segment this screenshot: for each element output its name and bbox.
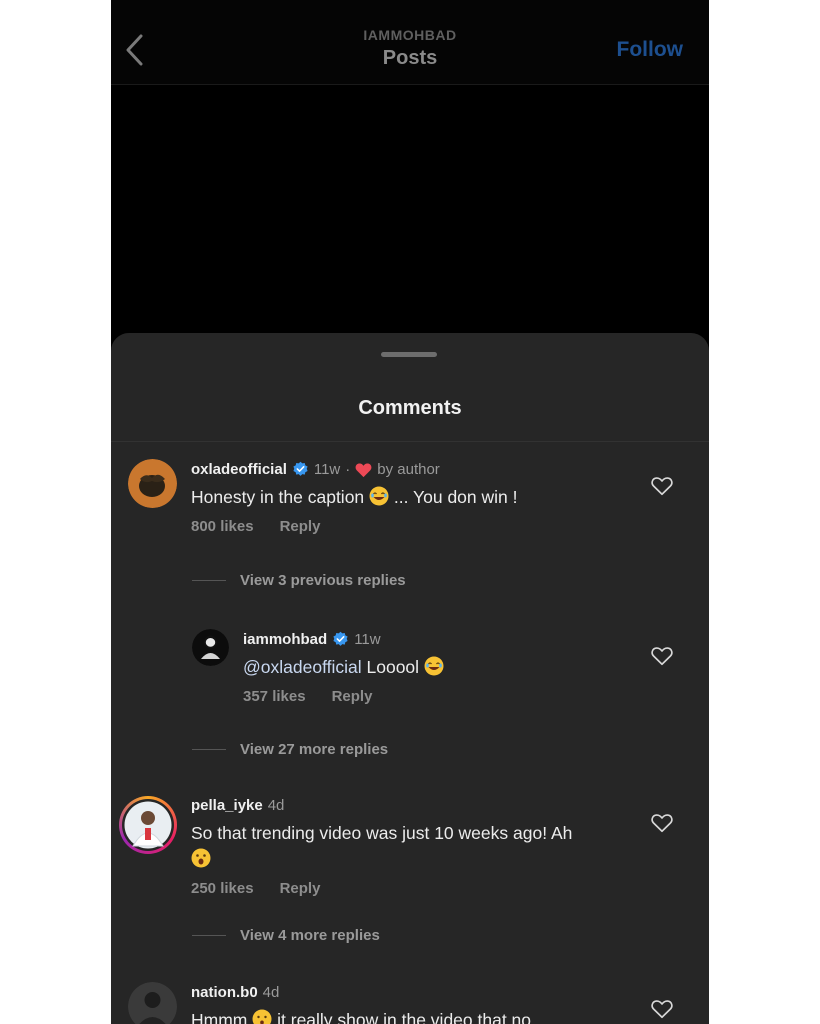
avatar-image: [128, 982, 177, 1024]
comment-body: iammohbad 11w @oxladeofficial Looool 357…: [243, 631, 444, 705]
reply-button[interactable]: Reply: [280, 880, 321, 897]
view-replies-label: View 27 more replies: [240, 741, 389, 758]
hushed-emoji-icon: [252, 1009, 272, 1024]
comments-sheet: Comments oxladeofficial 11w · by author …: [111, 333, 709, 1024]
comment-meta: oxladeofficial 11w · by author: [191, 461, 518, 478]
comment-actions: 357 likes Reply: [243, 688, 444, 705]
comment-username[interactable]: nation.b0: [191, 984, 258, 1001]
comment-text: @oxladeofficial Looool: [243, 654, 444, 680]
avatar-image: [192, 629, 229, 666]
divider: [192, 935, 226, 936]
comment-meta: pella_iyke 4d: [191, 797, 631, 814]
comment-text-part: Honesty in the caption: [191, 487, 365, 507]
divider: [192, 580, 226, 581]
comment-username[interactable]: oxladeofficial: [191, 461, 287, 478]
avatar[interactable]: [192, 629, 229, 666]
verified-badge-icon: [333, 631, 348, 646]
comment-time: 4d: [262, 984, 280, 1001]
laughing-emoji-icon: [424, 656, 444, 676]
heart-outline-icon[interactable]: [651, 812, 673, 834]
comment-text-part: ... You don win !: [393, 487, 518, 507]
reply-button[interactable]: Reply: [332, 688, 373, 705]
comment-time: 11w: [313, 461, 341, 478]
laughing-emoji-icon: [369, 486, 389, 506]
comment-username[interactable]: pella_iyke: [191, 797, 263, 814]
meta-separator: ·: [345, 461, 351, 478]
like-count[interactable]: 357 likes: [243, 688, 306, 705]
comment-text-part: So that trending video was just 10 weeks…: [191, 823, 573, 843]
comment-body: nation.b0 4d Hmmm it really show in the …: [191, 984, 531, 1024]
reply-button[interactable]: Reply: [280, 518, 321, 535]
comment-text-part: Hmmm: [191, 1010, 248, 1024]
comment-body: oxladeofficial 11w · by author Honesty i…: [191, 461, 518, 535]
heart-filled-icon: [355, 462, 372, 477]
top-bar: IAMMOHBAD Posts Follow: [111, 0, 709, 85]
like-count[interactable]: 800 likes: [191, 518, 254, 535]
avatar-story-ring[interactable]: [119, 796, 177, 854]
like-count[interactable]: 250 likes: [191, 880, 254, 897]
follow-button[interactable]: Follow: [617, 38, 684, 62]
sheet-drag-handle[interactable]: [381, 352, 437, 357]
avatar-image: [122, 799, 174, 851]
comment-text-part: Looool: [366, 657, 420, 677]
heart-outline-icon[interactable]: [651, 475, 673, 497]
view-replies-label: View 4 more replies: [240, 927, 380, 944]
avatar[interactable]: [128, 459, 177, 508]
divider: [192, 749, 226, 750]
comment-meta: nation.b0 4d: [191, 984, 531, 1001]
comment-actions: 250 likes Reply: [191, 880, 631, 897]
divider: [111, 441, 709, 442]
astonished-emoji-icon: [191, 848, 211, 868]
avatar-image: [128, 459, 177, 508]
phone-screen: IAMMOHBAD Posts Follow Comments oxladeof…: [111, 0, 709, 1024]
comment-text: So that trending video was just 10 weeks…: [191, 820, 631, 872]
view-replies-button[interactable]: View 27 more replies: [192, 741, 388, 758]
author-like-label: by author: [377, 461, 440, 478]
comment-meta: iammohbad 11w: [243, 631, 444, 648]
view-replies-label: View 3 previous replies: [240, 572, 406, 589]
comments-title: Comments: [358, 397, 462, 419]
view-replies-button[interactable]: View 3 previous replies: [192, 572, 406, 589]
comment-body: pella_iyke 4d So that trending video was…: [191, 797, 631, 897]
comment-time: 11w: [354, 631, 381, 648]
verified-badge-icon: [293, 461, 308, 476]
comment-text-part: it really show in the video that no: [277, 1010, 532, 1024]
heart-outline-icon[interactable]: [651, 645, 673, 667]
view-replies-button[interactable]: View 4 more replies: [192, 927, 380, 944]
comment-text: Honesty in the caption ... You don win !: [191, 484, 518, 510]
comment-username[interactable]: iammohbad: [243, 631, 327, 648]
comment-text: Hmmm it really show in the video that no: [191, 1007, 531, 1024]
heart-outline-icon[interactable]: [651, 998, 673, 1020]
comment-actions: 800 likes Reply: [191, 518, 518, 535]
comment-time: 4d: [267, 797, 285, 814]
avatar[interactable]: [128, 982, 177, 1024]
mention-link[interactable]: @oxladeofficial: [243, 657, 362, 677]
